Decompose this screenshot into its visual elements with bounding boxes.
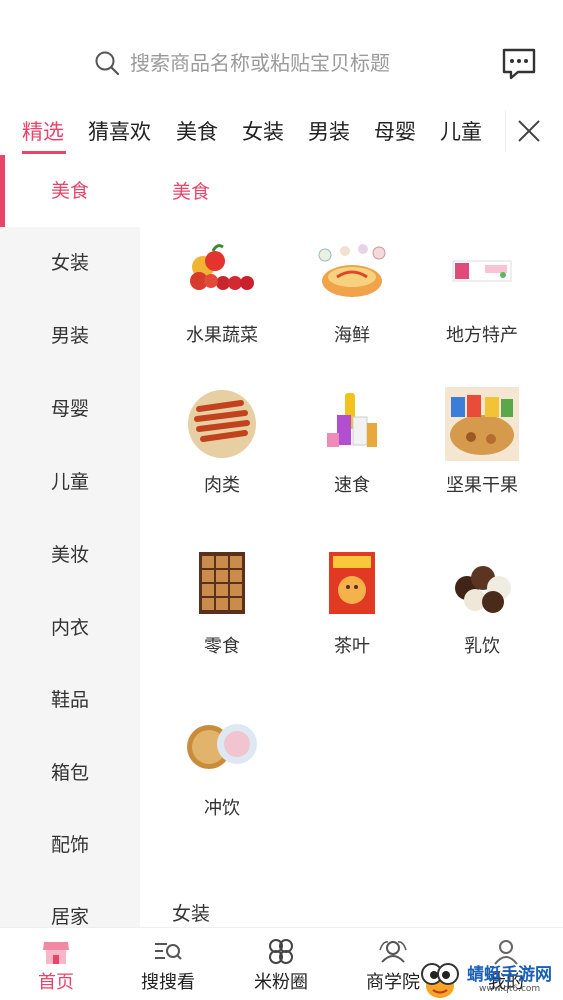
message-icon[interactable] <box>500 46 538 82</box>
sidebar-item-beauty[interactable]: 美妆 <box>0 519 140 591</box>
sidebar-item-men[interactable]: 男装 <box>0 300 140 372</box>
fruit-vegetable-image <box>190 244 254 290</box>
chocolate-image <box>455 566 511 613</box>
subcategory-label: 零食 <box>204 636 240 657</box>
tea-image <box>329 552 375 614</box>
sidebar-item-label: 男装 <box>50 325 89 347</box>
nav-label: 首页 <box>38 972 74 993</box>
nav-label: 米粉圈 <box>254 972 308 993</box>
academy-icon <box>379 941 407 963</box>
sidebar-item-bags[interactable]: 箱包 <box>0 737 140 809</box>
subcategory-label: 水果蔬菜 <box>186 325 258 346</box>
subcategory-tea[interactable]: 茶叶 <box>287 548 417 688</box>
nav-label: 搜搜看 <box>141 972 195 993</box>
subcategory-instant-food[interactable]: 速食 <box>287 387 417 527</box>
subcategory-dairy-drinks[interactable]: 乳饮 <box>417 548 547 688</box>
tab-food[interactable]: 美食 <box>176 116 218 146</box>
subcategory-snacks[interactable]: 零食 <box>157 548 287 688</box>
subcategory-label: 坚果干果 <box>446 475 518 496</box>
sidebar-item-kids[interactable]: 儿童 <box>0 446 140 518</box>
search-list-icon <box>155 943 182 960</box>
subcategory-label: 地方特产 <box>446 325 518 346</box>
tab-guess-you-like[interactable]: 猜喜欢 <box>88 116 151 146</box>
next-section-title: 女装 <box>172 903 211 925</box>
sidebar-item-label: 内衣 <box>50 617 89 639</box>
meat-image <box>188 390 256 458</box>
nav-fans-circle[interactable]: 米粉圈 <box>225 928 337 1000</box>
sidebar-item-baby[interactable]: 母婴 <box>0 373 140 445</box>
local-specialty-image <box>452 260 512 282</box>
nav-search[interactable]: 搜搜看 <box>112 928 224 1000</box>
subcategory-label: 茶叶 <box>334 636 370 657</box>
sidebar-item-label: 箱包 <box>50 762 89 784</box>
watermark-logo: 蜻蜓手游网 www.qt6.com <box>415 958 563 1000</box>
search-input[interactable] <box>130 44 470 82</box>
tabs-divider <box>505 110 506 152</box>
subcategory-nuts[interactable]: 坚果干果 <box>417 387 547 527</box>
shop-icon <box>43 942 69 964</box>
subcategory-seafood[interactable]: 海鲜 <box>287 237 417 377</box>
drink-image <box>187 724 257 769</box>
subcategory-meat[interactable]: 肉类 <box>157 387 287 527</box>
sidebar-item-shoes[interactable]: 鞋品 <box>0 664 140 736</box>
sidebar-item-home[interactable]: 居家 <box>0 881 140 927</box>
sidebar-item-label: 美食 <box>50 180 89 202</box>
search-bar <box>0 0 563 110</box>
seafood-image <box>318 244 386 297</box>
sidebar-item-food[interactable]: 美食 <box>0 155 140 227</box>
tab-men[interactable]: 男装 <box>308 116 350 146</box>
nav-home[interactable]: 首页 <box>0 928 112 1000</box>
sidebar-item-label: 居家 <box>50 906 89 927</box>
sidebar-item-label: 女装 <box>50 252 89 274</box>
snack-box-image <box>199 552 245 614</box>
clover-icon <box>269 939 293 964</box>
category-sidebar: 美食 女装 男装 母婴 儿童 美妆 内衣 鞋品 箱包 配饰 居家 <box>0 155 140 927</box>
category-tabs: 精选 猜喜欢 美食 女装 男装 母婴 儿童 <box>0 110 563 156</box>
category-content: 美食 水果蔬菜 海鲜 地方特产 肉类 速食 坚果干果 零食 茶叶 乳饮 冲饮 女… <box>140 155 563 927</box>
subcategory-brewed-drinks[interactable]: 冲饮 <box>157 710 287 850</box>
search-icon <box>95 51 120 76</box>
watermark-url: www.qt6.com <box>479 984 541 994</box>
subcategory-label: 冲饮 <box>204 798 240 819</box>
tab-women[interactable]: 女装 <box>242 116 284 146</box>
subcategory-local-specialty[interactable]: 地方特产 <box>417 237 547 377</box>
section-title: 美食 <box>172 181 211 203</box>
sidebar-item-label: 鞋品 <box>50 689 89 711</box>
sidebar-item-label: 母婴 <box>50 398 89 420</box>
sidebar-item-accessories[interactable]: 配饰 <box>0 809 140 881</box>
subcategory-label: 肉类 <box>204 475 240 496</box>
sidebar-item-label: 配饰 <box>50 834 89 856</box>
sidebar-item-label: 美妆 <box>50 544 89 566</box>
dragonfly-logo-icon <box>421 963 459 998</box>
instant-food-image <box>327 393 377 447</box>
nuts-image <box>445 387 519 461</box>
sidebar-item-underwear[interactable]: 内衣 <box>0 592 140 664</box>
active-tab-underline <box>22 151 66 154</box>
tab-featured[interactable]: 精选 <box>22 116 64 146</box>
subcategory-label: 乳饮 <box>464 636 500 657</box>
tab-baby[interactable]: 母婴 <box>374 116 416 146</box>
close-icon[interactable] <box>514 116 544 146</box>
sidebar-active-indicator <box>0 155 5 227</box>
tab-kids[interactable]: 儿童 <box>440 116 482 146</box>
watermark-text: 蜻蜓手游网 <box>467 965 552 985</box>
subcategory-label: 速食 <box>334 475 370 496</box>
sidebar-item-label: 儿童 <box>50 471 89 493</box>
subcategory-label: 海鲜 <box>334 325 370 346</box>
subcategory-fruit-vegetable[interactable]: 水果蔬菜 <box>157 237 287 377</box>
sidebar-item-women[interactable]: 女装 <box>0 227 140 299</box>
